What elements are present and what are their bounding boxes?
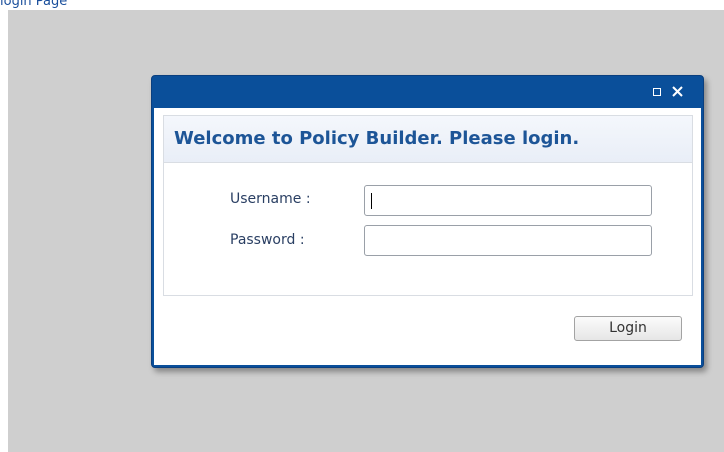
login-dialog: Welcome to Policy Builder. Please login.…: [151, 75, 704, 368]
maximize-icon[interactable]: [651, 85, 665, 99]
close-icon-glyph: [672, 86, 683, 97]
dialog-titlebar[interactable]: [152, 76, 703, 108]
username-input[interactable]: [364, 185, 652, 216]
password-label: Password :: [230, 232, 305, 248]
dialog-title: Welcome to Policy Builder. Please login.: [174, 128, 580, 149]
panel-header: Welcome to Policy Builder. Please login.: [164, 116, 692, 163]
password-input[interactable]: [364, 225, 652, 256]
page-heading: login Page: [0, 0, 68, 9]
close-icon[interactable]: [671, 85, 685, 99]
text-caret: [371, 193, 372, 209]
login-panel: Welcome to Policy Builder. Please login.…: [163, 115, 693, 296]
maximize-icon-box: [653, 88, 661, 96]
login-button[interactable]: Login: [574, 316, 682, 341]
dialog-body: Welcome to Policy Builder. Please login.…: [154, 108, 701, 365]
username-label: Username :: [230, 191, 311, 207]
